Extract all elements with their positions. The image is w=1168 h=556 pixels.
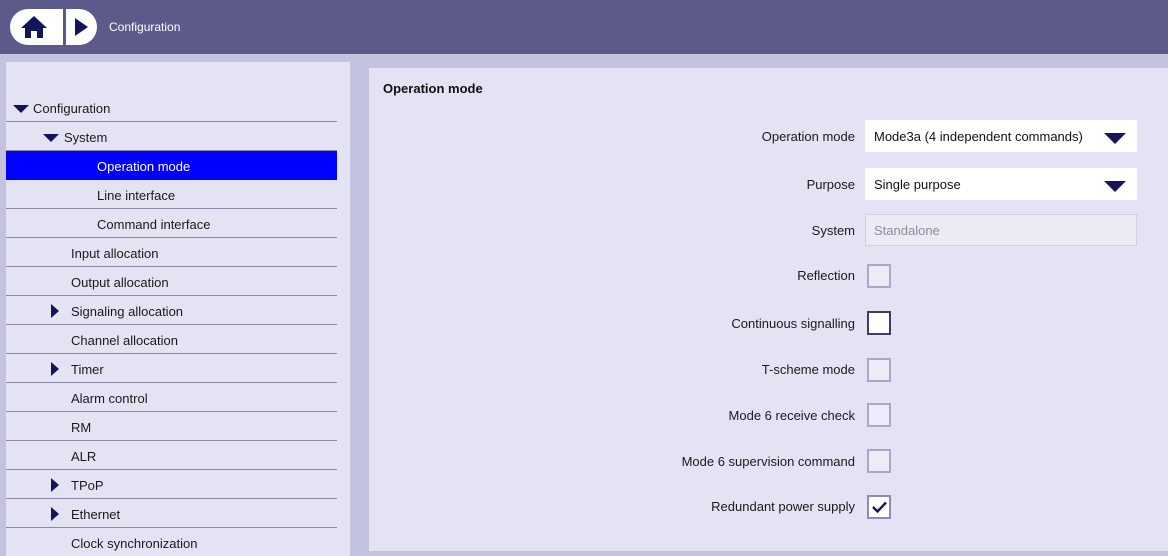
purpose-value: Single purpose xyxy=(874,177,961,192)
tree-item-label: Ethernet xyxy=(71,507,121,522)
chevron-down-icon xyxy=(1104,181,1126,192)
caret-down-icon xyxy=(13,105,29,113)
tree-item-tpop[interactable]: TPoP xyxy=(6,470,337,499)
tree-item-label: RM xyxy=(71,420,92,435)
redundant-power-supply-label: Redundant power supply xyxy=(711,499,855,514)
operation-mode-label: Operation mode xyxy=(761,129,855,144)
tree-item-clock-synchronization[interactable]: Clock synchronization xyxy=(6,528,337,556)
purpose-select[interactable]: Single purpose xyxy=(865,168,1137,200)
tree-item-label: Signaling allocation xyxy=(71,304,184,319)
system-field: Standalone xyxy=(865,214,1137,246)
system-label: System xyxy=(811,223,855,238)
tree-item-line-interface[interactable]: Line interface xyxy=(6,180,337,209)
tree-item-configuration[interactable]: Configuration xyxy=(6,93,337,122)
play-icon xyxy=(75,18,88,36)
mode6-supervision-command-checkbox[interactable] xyxy=(867,449,891,473)
checkmark-icon xyxy=(872,501,887,514)
tree-item-label: Output allocation xyxy=(71,275,169,290)
tree-item-label: Alarm control xyxy=(71,391,148,406)
operation-mode-select[interactable]: Mode3a (4 independent commands) xyxy=(865,120,1137,152)
caret-right-icon xyxy=(51,362,59,376)
caret-right-icon xyxy=(51,478,59,492)
app-title: Configuration xyxy=(109,20,181,34)
tree-item-label: System xyxy=(64,130,108,145)
home-button[interactable] xyxy=(10,9,64,45)
mode6-supervision-command-label: Mode 6 supervision command xyxy=(681,454,855,469)
tree-item-operation-mode[interactable]: Operation mode xyxy=(6,151,337,180)
sidebar: Configuration System Operation mode Line… xyxy=(6,62,350,556)
tree-item-label: Channel allocation xyxy=(71,333,178,348)
mode6-receive-check-label: Mode 6 receive check xyxy=(728,408,855,423)
chevron-down-icon xyxy=(1104,133,1126,144)
operation-mode-value: Mode3a (4 independent commands) xyxy=(874,129,1083,144)
tree-item-label: Input allocation xyxy=(71,246,159,261)
tree-item-label: TPoP xyxy=(71,478,104,493)
tree-item-command-interface[interactable]: Command interface xyxy=(6,209,337,238)
tree-item-channel-allocation[interactable]: Channel allocation xyxy=(6,325,337,354)
reflection-checkbox[interactable] xyxy=(867,264,891,288)
tree-item-label: Timer xyxy=(71,362,104,377)
tree-item-input-allocation[interactable]: Input allocation xyxy=(6,238,337,267)
top-bar: Configuration xyxy=(0,0,1168,54)
tree-item-label: Line interface xyxy=(97,188,176,203)
system-value: Standalone xyxy=(874,223,940,238)
redundant-power-supply-checkbox[interactable] xyxy=(867,495,891,519)
tree-item-alr[interactable]: ALR xyxy=(6,441,337,470)
forward-button[interactable] xyxy=(63,9,97,45)
purpose-label: Purpose xyxy=(806,177,855,192)
t-scheme-mode-label: T-scheme mode xyxy=(761,362,855,377)
page-title: Operation mode xyxy=(383,81,483,96)
reflection-label: Reflection xyxy=(797,268,855,283)
continuous-signalling-label: Continuous signalling xyxy=(731,316,855,331)
caret-down-icon xyxy=(43,134,59,142)
t-scheme-mode-checkbox[interactable] xyxy=(867,358,891,382)
tree-item-system[interactable]: System xyxy=(6,122,337,151)
tree-item-signaling-allocation[interactable]: Signaling allocation xyxy=(6,296,337,325)
tree-item-alarm-control[interactable]: Alarm control xyxy=(6,383,337,412)
tree-item-label: Clock synchronization xyxy=(71,536,198,551)
tree-item-label: Operation mode xyxy=(97,159,191,174)
tree-item-timer[interactable]: Timer xyxy=(6,354,337,383)
tree-item-label: Command interface xyxy=(97,217,211,232)
main-panel: Operation mode Operation mode Mode3a (4 … xyxy=(369,68,1168,551)
continuous-signalling-checkbox[interactable] xyxy=(867,311,891,335)
mode6-receive-check-checkbox[interactable] xyxy=(867,403,891,427)
tree-item-output-allocation[interactable]: Output allocation xyxy=(6,267,337,296)
tree-item-ethernet[interactable]: Ethernet xyxy=(6,499,337,528)
caret-right-icon xyxy=(51,507,59,521)
tree-item-label: ALR xyxy=(71,449,97,464)
home-icon xyxy=(21,16,47,38)
tree-item-rm[interactable]: RM xyxy=(6,412,337,441)
caret-right-icon xyxy=(51,304,59,318)
tree-item-label: Configuration xyxy=(33,101,111,116)
